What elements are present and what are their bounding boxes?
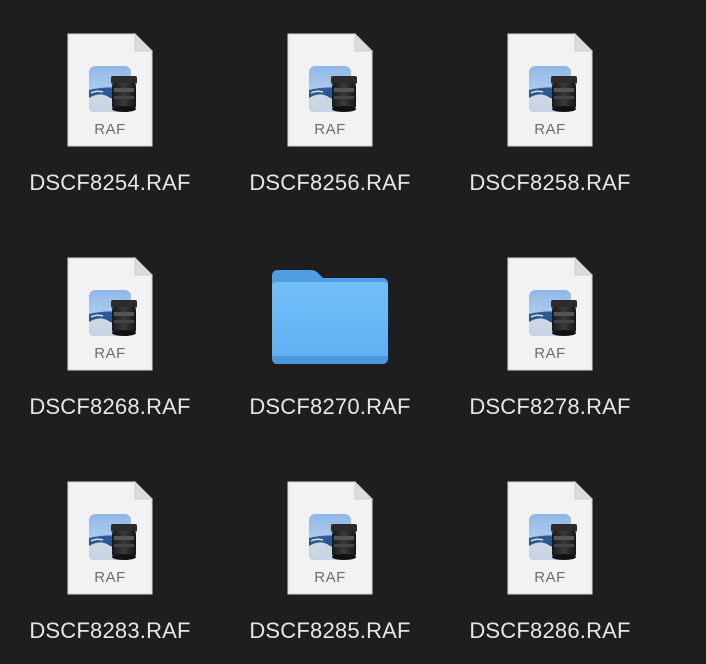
file-type-label: RAF [534,345,566,362]
file-name-label[interactable]: DSCF8258.RAF [440,170,660,196]
document-graphic: RAF [507,257,593,371]
document-graphic: RAF [287,481,373,595]
document-graphic: RAF [67,33,153,147]
file-type-label: RAF [94,569,126,586]
file-item[interactable]: RAF DSCF8283.RAF [0,452,220,652]
file-item[interactable]: RAF DSCF8268.RAF [0,228,220,428]
raw-preview-document-icon[interactable]: RAF [485,478,615,598]
raw-preview-document-icon[interactable]: RAF [45,254,175,374]
raw-preview-document-icon[interactable]: RAF [485,30,615,150]
raw-preview-document-icon[interactable]: RAF [485,254,615,374]
folder-name-label[interactable]: DSCF8270.RAF [220,394,440,420]
raw-preview-document-icon[interactable]: RAF [45,478,175,598]
file-type-label: RAF [534,121,566,138]
document-graphic: RAF [67,257,153,371]
finder-icon-grid: RAF DSCF8254.RAF RAF DSCF8256.RAF RAF DS… [0,0,706,664]
file-name-label[interactable]: DSCF8283.RAF [0,618,220,644]
document-graphic: RAF [67,481,153,595]
document-graphic: RAF [507,481,593,595]
file-item[interactable]: RAF DSCF8258.RAF [440,4,660,204]
raw-preview-document-icon[interactable]: RAF [45,30,175,150]
file-item[interactable]: RAF DSCF8254.RAF [0,4,220,204]
raw-preview-document-icon[interactable]: RAF [265,30,395,150]
folder-graphic [272,270,388,364]
file-type-label: RAF [314,121,346,138]
raw-preview-document-icon[interactable]: RAF [265,478,395,598]
file-name-label[interactable]: DSCF8268.RAF [0,394,220,420]
file-item[interactable]: RAF DSCF8285.RAF [220,452,440,652]
file-item[interactable]: RAF DSCF8286.RAF [440,452,660,652]
file-type-label: RAF [314,569,346,586]
file-type-label: RAF [94,121,126,138]
file-type-label: RAF [534,569,566,586]
folder-icon[interactable] [265,254,395,374]
file-name-label[interactable]: DSCF8256.RAF [220,170,440,196]
document-graphic: RAF [507,33,593,147]
file-name-label[interactable]: DSCF8286.RAF [440,618,660,644]
file-name-label[interactable]: DSCF8278.RAF [440,394,660,420]
file-item[interactable]: RAF DSCF8256.RAF [220,4,440,204]
document-graphic: RAF [287,33,373,147]
folder-item[interactable]: DSCF8270.RAF [220,228,440,428]
file-type-label: RAF [94,345,126,362]
file-name-label[interactable]: DSCF8285.RAF [220,618,440,644]
file-item[interactable]: RAF DSCF8278.RAF [440,228,660,428]
file-name-label[interactable]: DSCF8254.RAF [0,170,220,196]
